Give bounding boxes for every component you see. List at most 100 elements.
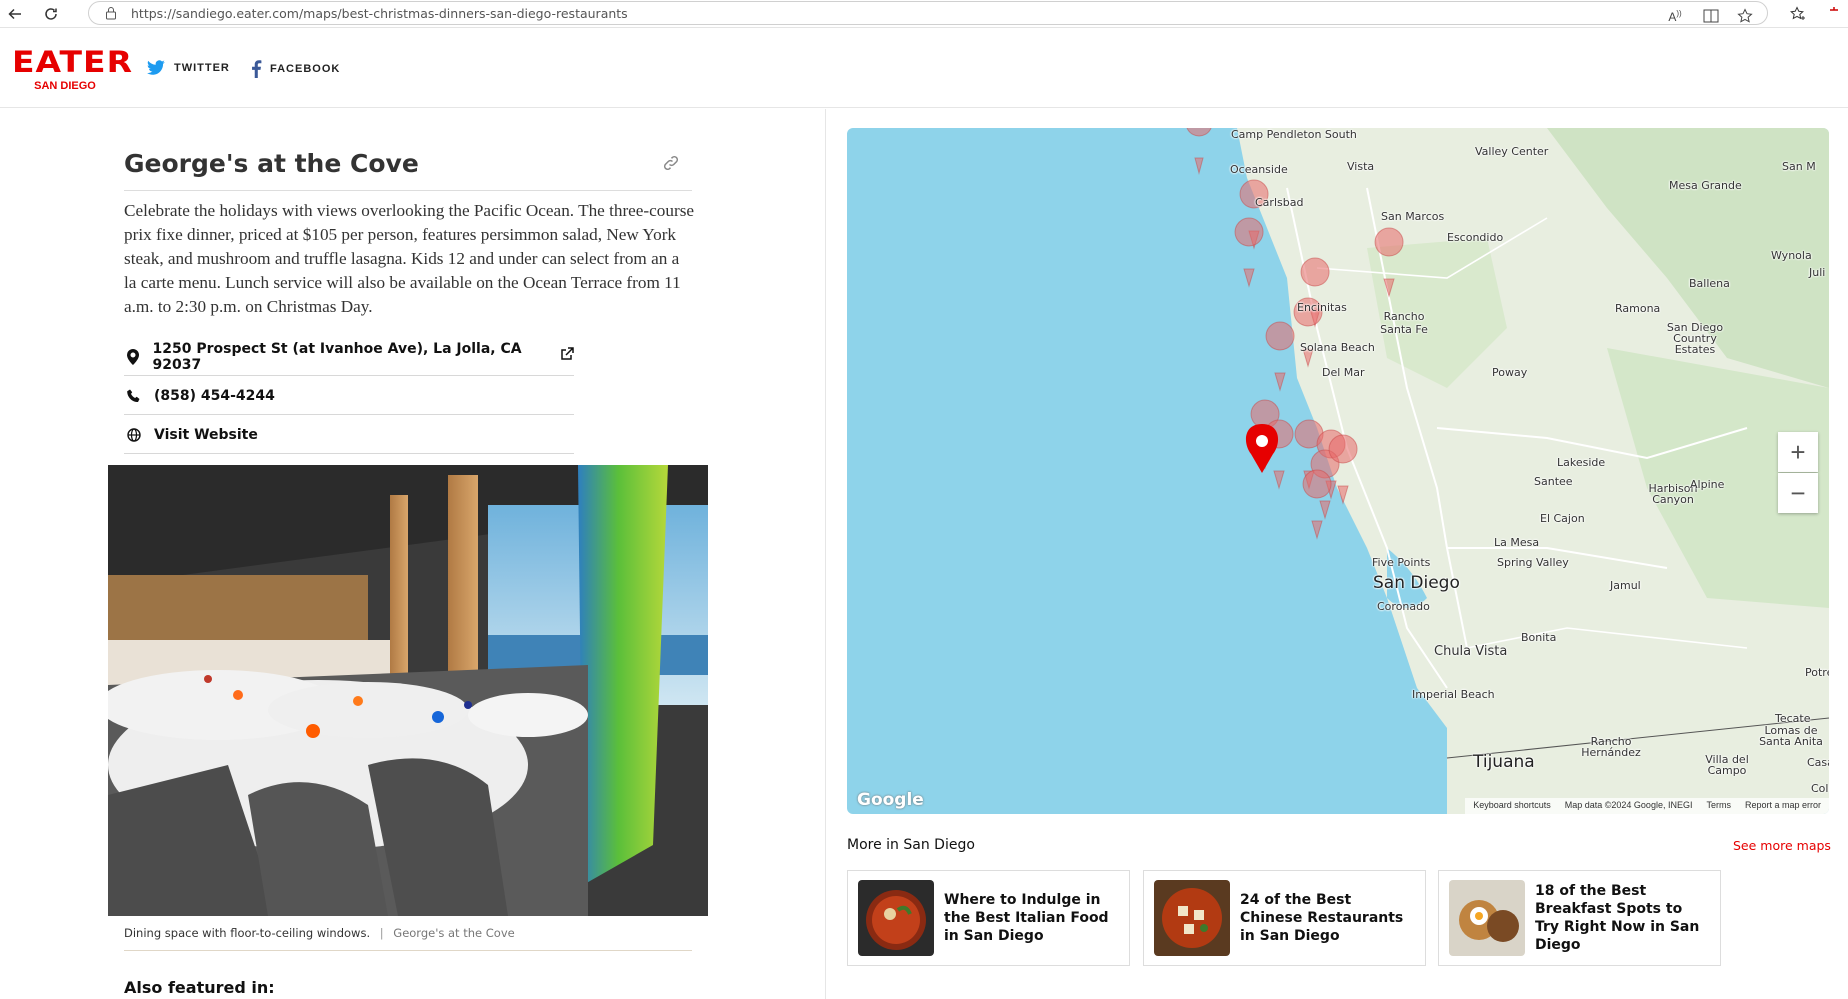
related-map-card[interactable]: 24 of the Best Chinese Restaurants in Sa… (1143, 870, 1426, 966)
map-label: La Mesa (1494, 536, 1540, 549)
twitter-label: TWITTER (174, 62, 230, 74)
map-canvas (1186, 128, 1829, 814)
map-label: Poway (1492, 366, 1528, 379)
selected-pin-icon (1245, 424, 1279, 473)
map-label: El Cajon (1540, 512, 1585, 525)
map-label: Lakeside (1557, 456, 1606, 469)
favorite-star-icon[interactable] (1735, 6, 1755, 26)
venue-title: George's at the Cove (124, 149, 419, 178)
card-thumbnail (858, 880, 934, 956)
logo-wordmark: EATER (12, 44, 133, 80)
twitter-icon (146, 60, 165, 75)
location-pin-icon (124, 348, 153, 365)
map-label: Five Points (1372, 556, 1431, 569)
map-label: Coronado (1377, 600, 1430, 613)
map-label-city: Tijuana (1473, 752, 1535, 772)
map-data-attribution: Map data ©2024 Google, INEGI (1564, 800, 1693, 810)
map-label: Alpine (1690, 478, 1725, 491)
map-label: Ballena (1689, 277, 1730, 290)
map-label: Camp Pendleton South (1231, 128, 1357, 141)
facebook-icon (252, 60, 262, 78)
report-map-error-link[interactable]: Report a map error (1745, 800, 1821, 812)
map-label: Del Mar (1322, 366, 1365, 379)
map-label: Mesa Grande (1669, 179, 1742, 192)
keyboard-shortcuts-link[interactable]: Keyboard shortcuts (1473, 800, 1551, 812)
map-label: Chula Vista (1434, 644, 1508, 659)
external-link-icon[interactable] (560, 347, 574, 366)
caption-divider (124, 950, 692, 951)
map-label: Bonita (1521, 631, 1557, 644)
terms-link[interactable]: Terms (1706, 800, 1731, 812)
address-link[interactable]: 1250 Prospect St (at Ivanhoe Ave), La Jo… (153, 341, 552, 373)
permalink-icon[interactable] (661, 153, 681, 178)
title-divider (124, 190, 692, 191)
photo-caption: Dining space with floor-to-ceiling windo… (124, 926, 515, 940)
restaurant-map[interactable]: Camp Pendleton South Oceanside Vista Val… (847, 128, 1829, 814)
phone-icon (124, 389, 154, 403)
map-label: Wynola (1771, 249, 1812, 262)
map-footer: Keyboard shortcuts Map data ©2024 Google… (1465, 798, 1829, 814)
refresh-icon (45, 8, 57, 20)
map-label: Valley Center (1475, 145, 1549, 158)
card-thumbnail (1154, 880, 1230, 956)
venue-description: Celebrate the holidays with views overlo… (124, 201, 695, 316)
website-row: Visit Website (124, 416, 574, 454)
logo-city: SAN DIEGO (34, 80, 96, 92)
more-section-title: More in San Diego (847, 837, 975, 853)
twitter-link[interactable]: TWITTER (146, 60, 230, 76)
address-row: 1250 Prospect St (at Ivanhoe Ave), La Jo… (124, 338, 574, 376)
map-label: Solana Beach (1300, 341, 1375, 354)
url-text: https://sandiego.eater.com/maps/best-chr… (131, 6, 628, 21)
also-featured-heading: Also featured in: (124, 978, 275, 997)
read-aloud-icon[interactable]: A)) (1665, 6, 1685, 26)
map-label: Ramona (1615, 302, 1661, 315)
phone-link[interactable]: (858) 454-4244 (154, 388, 275, 404)
phone-row: (858) 454-4244 (124, 377, 574, 415)
eater-logo[interactable]: EATER SAN DIEGO (12, 44, 133, 92)
map-label: San M (1782, 160, 1816, 173)
immersive-reader-icon[interactable] (1701, 6, 1721, 26)
address-bar[interactable]: https://sandiego.eater.com/maps/best-chr… (88, 1, 1768, 25)
card-title: 18 of the Best Breakfast Spots to Try Ri… (1535, 883, 1700, 953)
browser-toolbar: https://sandiego.eater.com/maps/best-chr… (0, 0, 1848, 28)
favorites-icon[interactable] (1788, 4, 1808, 24)
map-label: San Marcos (1381, 210, 1445, 223)
dining-room-photo (108, 465, 708, 916)
card-title: 24 of the Best Chinese Restaurants in Sa… (1240, 892, 1404, 944)
site-header: EATER SAN DIEGO TWITTER FACEBOOK (0, 28, 1848, 108)
map-label: Potre (1805, 666, 1829, 679)
map-label: Juli (1809, 266, 1826, 279)
map-label: San Diego Country Estates (1666, 321, 1724, 356)
back-arrow-icon (8, 8, 21, 20)
venue-detail-column: George's at the Cove Celebrate the holid… (0, 109, 826, 999)
caption-text: Dining space with floor-to-ceiling windo… (124, 926, 371, 940)
map-label: Casa (1807, 756, 1829, 769)
related-map-card[interactable]: Where to Indulge in the Best Italian Foo… (847, 870, 1130, 966)
map-label: Oceanside (1230, 163, 1288, 176)
globe-icon (124, 427, 154, 442)
map-label: Rancho Hernández (1581, 735, 1641, 759)
map-label-city: San Diego (1373, 573, 1460, 593)
google-logo: Google (857, 790, 924, 810)
map-label: Colo (1811, 782, 1829, 795)
website-link[interactable]: Visit Website (154, 427, 258, 443)
caption-credit: George's at the Cove (393, 926, 515, 940)
map-label: Encinitas (1297, 301, 1347, 314)
map-label: Jamul (1610, 579, 1641, 592)
map-label: Carlsbad (1255, 196, 1304, 209)
back-button[interactable] (4, 3, 26, 25)
card-thumbnail (1449, 880, 1525, 956)
see-more-maps-link[interactable]: See more maps (1733, 838, 1831, 853)
facebook-link[interactable]: FACEBOOK (250, 60, 340, 78)
map-label: Lomas de Santa Anita (1759, 724, 1823, 748)
zoom-in-button[interactable]: + (1778, 432, 1818, 472)
map-label: Santee (1534, 475, 1573, 488)
extensions-icon[interactable] (1824, 4, 1844, 24)
map-label: Vista (1347, 160, 1375, 173)
related-map-card[interactable]: 18 of the Best Breakfast Spots to Try Ri… (1438, 870, 1721, 966)
map-label: Imperial Beach (1412, 688, 1495, 701)
map-label: Escondido (1447, 231, 1504, 244)
refresh-button[interactable] (40, 3, 62, 25)
map-label: Rancho Santa Fe (1380, 310, 1428, 336)
zoom-out-button[interactable]: − (1778, 473, 1818, 513)
